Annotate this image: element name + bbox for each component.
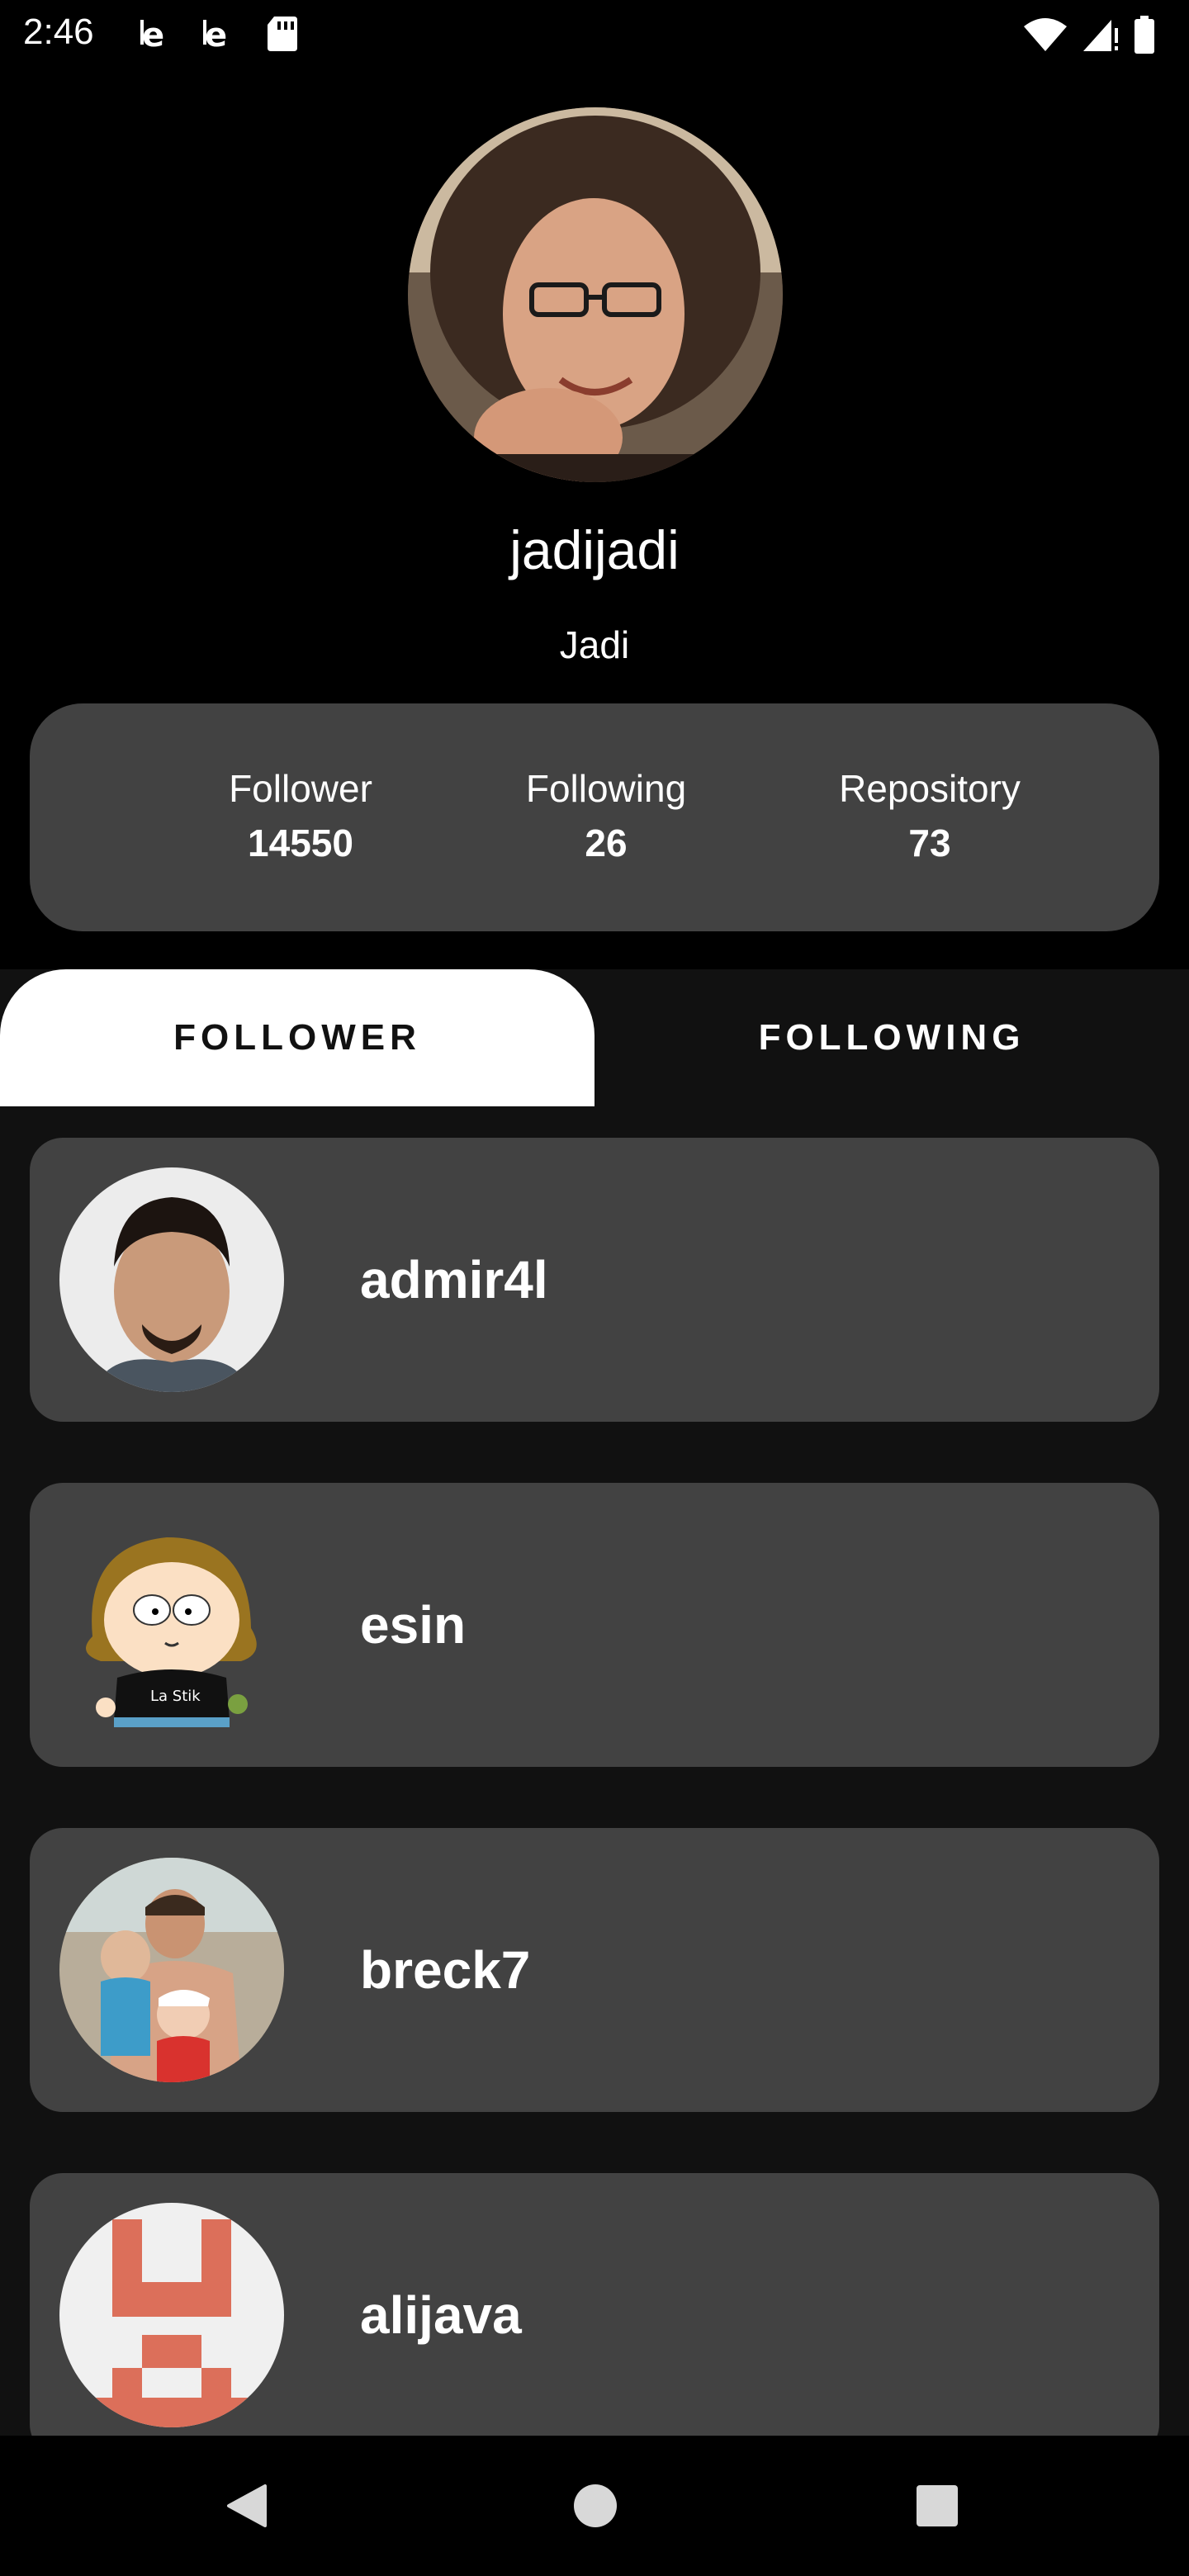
user-avatar xyxy=(59,1167,284,1392)
list-item[interactable]: breck7 xyxy=(30,1828,1159,2112)
status-bar: 2:46 e e xyxy=(0,0,1189,69)
list-item[interactable]: admir4l xyxy=(30,1138,1159,1422)
status-time: 2:46 xyxy=(23,12,94,52)
stat-value: 73 xyxy=(908,822,951,864)
tab-following[interactable]: FOLLOWING xyxy=(594,969,1189,1106)
user-name: breck7 xyxy=(360,1940,531,2000)
user-name: esin xyxy=(360,1595,467,1655)
stat-label: Following xyxy=(525,767,687,810)
user-list: admir4l La Stik esin breck7 alijava xyxy=(0,1138,1189,2436)
screen: 2:46 e e jadijadi Jadi Follower 14550 Fo… xyxy=(0,0,1189,2576)
status-right-icons xyxy=(1022,15,1156,54)
profile-photo-icon xyxy=(408,107,783,482)
user-avatar xyxy=(59,2203,284,2427)
user-avatar xyxy=(59,1858,284,2082)
stat-value: 14550 xyxy=(248,822,353,864)
family-photo-avatar-icon xyxy=(59,1858,284,2082)
stat-repository: Repository 73 xyxy=(781,766,1078,865)
user-avatar: La Stik xyxy=(59,1513,284,1737)
photo-avatar-icon xyxy=(59,1167,284,1392)
back-button[interactable] xyxy=(211,2469,286,2543)
stat-following: Following 26 xyxy=(457,766,755,865)
stat-label: Follower xyxy=(229,767,372,810)
notification-e-icon: e xyxy=(203,17,227,53)
notification-e-icon: e xyxy=(140,17,164,53)
svg-text:e: e xyxy=(205,17,227,53)
stat-follower: Follower 14550 xyxy=(152,766,449,865)
stats-card: Follower 14550 Following 26 Repository 7… xyxy=(30,703,1159,931)
stat-label: Repository xyxy=(839,767,1021,810)
sd-card-icon xyxy=(268,17,297,51)
identicon-avatar-icon xyxy=(59,2203,284,2427)
recents-icon xyxy=(917,2485,958,2526)
cartoon-avatar-icon: La Stik xyxy=(59,1513,284,1737)
profile-username: jadijadi xyxy=(509,519,680,580)
list-item[interactable]: La Stik esin xyxy=(30,1483,1159,1767)
list-item[interactable]: alijava xyxy=(30,2173,1159,2436)
back-icon xyxy=(227,2484,267,2527)
svg-text:e: e xyxy=(142,17,164,53)
stat-value: 26 xyxy=(585,822,628,864)
home-icon xyxy=(574,2484,617,2527)
signal-icon xyxy=(1083,20,1118,51)
wifi-icon xyxy=(1024,18,1067,51)
user-name: admir4l xyxy=(360,1250,548,1309)
svg-text:La Stik: La Stik xyxy=(150,1688,201,1705)
battery-icon xyxy=(1135,16,1154,54)
profile-avatar xyxy=(408,107,783,482)
profile-full-name: Jadi xyxy=(559,623,630,666)
recents-button[interactable] xyxy=(900,2469,974,2543)
user-name: alijava xyxy=(360,2285,522,2345)
tab-follower[interactable]: FOLLOWER xyxy=(0,969,594,1106)
navigation-bar xyxy=(0,2436,1189,2576)
home-button[interactable] xyxy=(558,2469,632,2543)
